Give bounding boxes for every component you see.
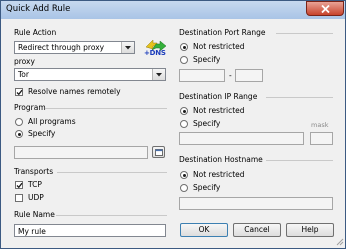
rule-name-divider <box>56 215 167 216</box>
udp-label: UDP <box>28 193 44 202</box>
hostname-not-restricted-label: Not restricted <box>193 170 245 179</box>
destination-ip-divider <box>266 97 333 98</box>
dns-label: +DNS <box>144 49 166 57</box>
ip-address-input[interactable] <box>179 132 304 145</box>
proxy-value: Tor <box>18 70 29 79</box>
tcp-checkbox[interactable] <box>15 181 23 189</box>
ip-specify-radio[interactable] <box>180 120 188 128</box>
port-range-separator: - <box>229 71 232 80</box>
destination-hostname-label: Destination Hostname <box>179 155 263 164</box>
chevron-down-icon <box>152 69 165 80</box>
proxy-label: proxy <box>14 57 35 66</box>
ip-not-restricted-label: Not restricted <box>193 106 245 115</box>
resolve-names-label: Resolve names remotely <box>28 87 121 96</box>
resolve-names-checkbox[interactable] <box>15 88 23 96</box>
rule-action-label: Rule Action <box>14 28 57 37</box>
rule-name-input[interactable]: My rule <box>14 224 166 237</box>
udp-checkbox[interactable] <box>15 194 23 202</box>
title-bar: Quick Add Rule <box>1 1 345 19</box>
destination-port-divider <box>276 33 333 34</box>
ip-mask-input[interactable] <box>310 132 333 145</box>
program-specify-radio[interactable] <box>15 130 23 138</box>
program-label: Program <box>14 103 46 112</box>
browse-window-icon <box>155 149 163 156</box>
ok-button[interactable]: OK <box>180 223 228 237</box>
port-specify-radio[interactable] <box>180 56 188 64</box>
transports-label: Transports <box>14 167 54 176</box>
hostname-specify-label: Specify <box>193 183 221 192</box>
hostname-specify-radio[interactable] <box>180 184 188 192</box>
window-title: Quick Add Rule <box>6 4 71 14</box>
program-divider <box>45 108 167 109</box>
mask-label: mask <box>311 121 329 129</box>
destination-port-label: Destination Port Range <box>179 28 266 37</box>
checkmark-icon <box>16 182 23 189</box>
resize-grip-icon[interactable] <box>336 238 344 246</box>
help-button[interactable]: Help <box>286 223 334 237</box>
chevron-down-icon <box>121 42 134 53</box>
checkmark-icon <box>16 89 23 96</box>
destination-ip-label: Destination IP Range <box>179 92 258 101</box>
port-not-restricted-radio[interactable] <box>180 43 188 51</box>
ip-not-restricted-radio[interactable] <box>180 107 188 115</box>
browse-program-button[interactable] <box>152 146 165 158</box>
hostname-not-restricted-radio[interactable] <box>180 171 188 179</box>
port-not-restricted-label: Not restricted <box>193 42 245 51</box>
program-all-radio[interactable] <box>15 118 23 126</box>
port-specify-label: Specify <box>193 55 221 64</box>
rule-action-select[interactable]: Redirect through proxy <box>14 41 135 54</box>
cancel-button[interactable]: Cancel <box>233 223 281 237</box>
rule-name-label: Rule Name <box>14 210 55 219</box>
transports-divider <box>57 172 167 173</box>
rule-action-value: Redirect through proxy <box>18 43 105 52</box>
close-button[interactable] <box>306 1 344 16</box>
ip-specify-label: Specify <box>193 119 221 128</box>
proxy-select[interactable]: Tor <box>14 68 166 81</box>
quick-add-rule-dialog: Quick Add Rule Rule Action Redirect thro… <box>0 0 346 249</box>
hostname-input[interactable] <box>179 197 333 210</box>
program-all-label: All programs <box>28 117 76 126</box>
program-path-input[interactable] <box>14 146 148 159</box>
tcp-label: TCP <box>28 180 42 189</box>
rule-name-value: My rule <box>18 227 46 236</box>
close-icon <box>321 5 330 13</box>
destination-hostname-divider <box>266 160 333 161</box>
program-specify-label: Specify <box>28 129 56 138</box>
port-to-input[interactable] <box>235 69 263 82</box>
port-from-input[interactable] <box>179 69 225 82</box>
